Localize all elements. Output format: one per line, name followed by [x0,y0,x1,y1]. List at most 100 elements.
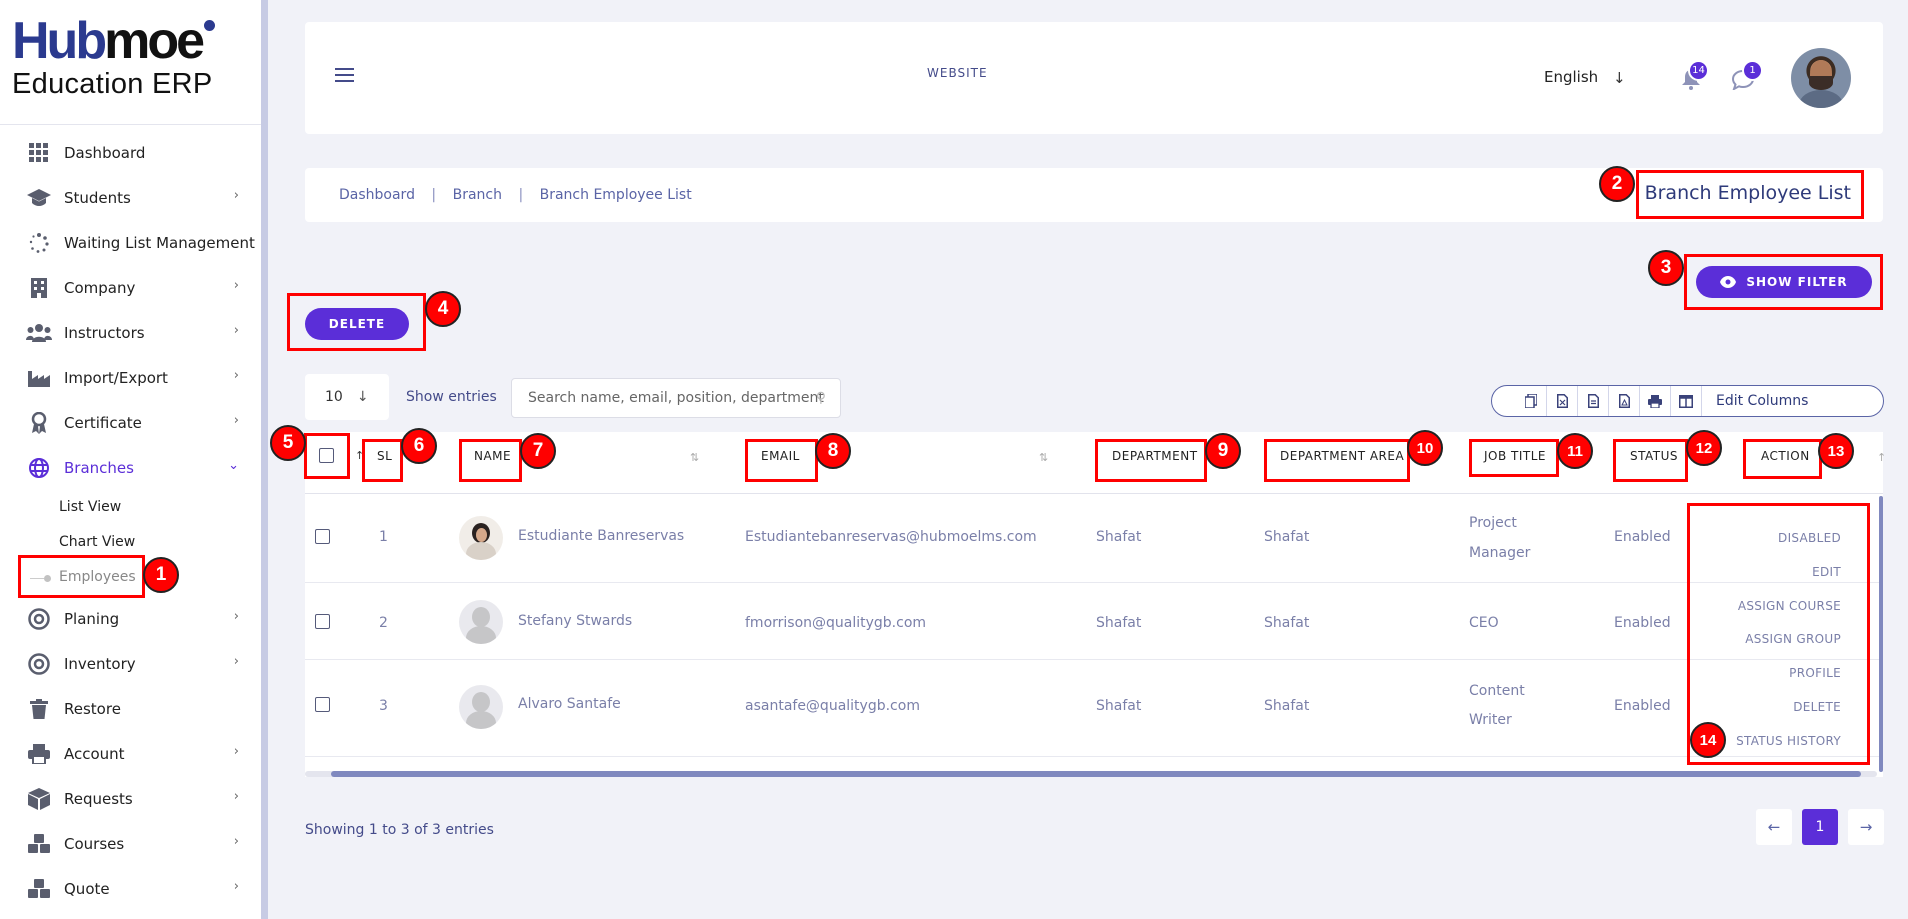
sidebar-item-courses[interactable]: Courses › [0,821,261,866]
sidebar-item-inventory[interactable]: Inventory › [0,641,261,686]
cell-job-title-line1: Content [1469,683,1525,699]
table-row: 3 Alvaro Santafe asantafe@qualitygb.com … [305,661,1883,757]
cell-department: Shafat [1096,615,1142,631]
sidebar-item-requests[interactable]: Requests › [0,776,261,821]
language-selector[interactable]: English [1544,68,1598,86]
cell-status: Enabled [1614,698,1671,714]
vertical-scrollbar[interactable] [1879,496,1883,772]
breadcrumb-separator: | [431,187,437,203]
sidebar-item-instructors[interactable]: Instructors › [0,310,261,355]
annotation-marker-6: 6 [401,428,437,464]
target-icon [26,607,52,630]
columns-button[interactable] [1671,386,1702,416]
chevron-right-icon: › [233,879,239,894]
file-csv-icon [1587,394,1599,408]
row-checkbox[interactable] [315,614,330,629]
annotation-marker-1: 1 [143,557,179,593]
logo-moe: moe [104,12,205,70]
hamburger-menu-icon[interactable] [335,68,354,86]
logo[interactable]: Hubmoe Education ERP [0,0,261,125]
prev-page-button[interactable]: ← [1756,809,1792,845]
search-icon: ⚲ [815,390,826,406]
copy-button[interactable] [1516,386,1547,416]
breadcrumb: Dashboard | Branch | Branch Employee Lis… [339,187,692,203]
sidebar-subitem-chart-view[interactable]: Chart View [59,534,135,550]
sidebar-item-branches[interactable]: Branches ⌄ [0,445,261,490]
table-row: 2 Stefany Stwards fmorrison@qualitygb.co… [305,584,1883,660]
table-row: 1 Estudiante Banreservas Estudiantebanre… [305,495,1883,583]
chevron-right-icon: › [233,654,239,669]
page-length-select[interactable]: 10 ↓ [305,374,389,420]
annotation-box-10 [1264,439,1410,482]
page-1-button[interactable]: 1 [1802,809,1838,845]
award-icon [26,411,52,434]
sidebar-item-students[interactable]: Students › [0,175,261,220]
print-icon [1648,394,1662,408]
breadcrumb-branch[interactable]: Branch [453,187,502,203]
sort-icon[interactable]: ↑ [1877,451,1886,464]
sidebar-subitem-list-view[interactable]: List View [59,499,121,515]
annotation-box-12 [1613,439,1688,482]
csv-button[interactable] [1578,386,1609,416]
scrollbar-thumb[interactable] [331,771,1861,777]
sidebar-item-label: Students [64,188,131,207]
chevron-right-icon: › [233,278,239,293]
sort-icon[interactable]: ⇅ [1039,451,1048,464]
sidebar-item-account[interactable]: Account › [0,731,261,776]
next-page-button[interactable]: → [1848,809,1884,845]
cell-sl: 3 [379,698,388,714]
sidebar-item-planing[interactable]: Planing › [0,596,261,641]
chevron-right-icon: › [233,834,239,849]
notifications-button[interactable]: 14 [1680,60,1709,90]
annotation-box-7 [459,439,522,482]
sidebar-item-waiting-list[interactable]: Waiting List Management [0,220,261,265]
cell-name[interactable]: Alvaro Santafe [518,696,621,712]
sidebar-item-quote[interactable]: Quote › [0,866,261,911]
sidebar-item-restore[interactable]: Restore [0,686,261,731]
sidebar-item-import-export[interactable]: Import/Export › [0,355,261,400]
pdf-button[interactable] [1609,386,1640,416]
sidebar-item-label: Inventory [64,654,136,673]
chevron-right-icon: › [233,609,239,624]
sidebar-item-company[interactable]: Company › [0,265,261,310]
row-checkbox[interactable] [315,697,330,712]
annotation-box-13 [1743,439,1822,479]
horizontal-scrollbar[interactable] [305,771,1877,777]
arrow-down-icon[interactable]: ↓ [1613,69,1626,87]
top-header: WEBSITE English ↓ 14 1 [305,22,1883,134]
spinner-icon [26,232,52,254]
cell-name[interactable]: Estudiante Banreservas [518,528,684,544]
sort-icon[interactable]: ⇅ [690,451,699,464]
breadcrumb-dashboard[interactable]: Dashboard [339,187,415,203]
employee-table: ↑ SL NAME ⇅ EMAIL ⇅ DEPARTMENT DEPARTMEN… [305,432,1886,777]
logo-dot [204,20,216,31]
edit-columns-button[interactable]: Edit Columns [1702,393,1808,409]
search-placeholder: Search name, email, position, department [528,390,824,406]
row-checkbox[interactable] [315,529,330,544]
notifications-count-badge: 14 [1688,60,1709,81]
annotation-marker-5: 5 [270,425,306,461]
breadcrumb-current: Branch Employee List [539,187,692,203]
excel-button[interactable] [1547,386,1578,416]
cell-name[interactable]: Stefany Stwards [518,613,632,629]
box-icon [26,787,52,810]
sidebar-item-certificate[interactable]: Certificate › [0,400,261,445]
annotation-box-3 [1684,254,1883,310]
messages-button[interactable]: 1 [1732,60,1763,90]
search-input[interactable]: Search name, email, position, department… [511,378,841,418]
chevron-right-icon: › [233,413,239,428]
sidebar-item-label: Waiting List Management [64,233,255,252]
website-link[interactable]: WEBSITE [927,66,988,80]
print-button[interactable] [1640,386,1671,416]
user-avatar[interactable] [1791,48,1851,108]
avatar-placeholder-icon [459,685,503,729]
cell-sl: 1 [379,529,388,545]
annotation-box-1 [18,555,145,598]
target-icon [26,652,52,675]
annotation-box-4 [287,293,426,351]
annotation-box-5 [304,433,350,479]
sidebar-item-dashboard[interactable]: Dashboard [0,130,261,175]
annotation-marker-10: 10 [1407,430,1443,466]
chevron-right-icon: › [233,188,239,203]
annotation-marker-2: 2 [1599,166,1635,202]
